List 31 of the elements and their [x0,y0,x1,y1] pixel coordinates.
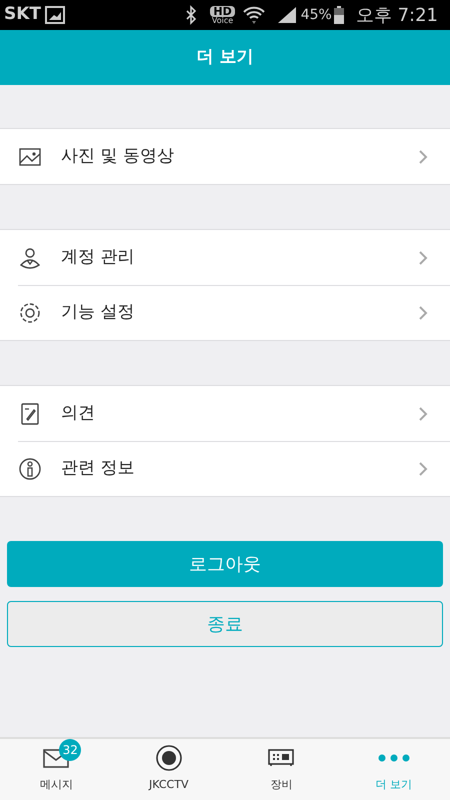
more-icon [378,754,410,762]
info-icon [18,457,42,481]
battery-icon [334,6,344,24]
menu-item[interactable]: 기능 설정 [18,285,450,340]
tab[interactable]: 장비 [225,739,338,800]
chevron-right-icon [418,461,428,477]
menu-item[interactable]: 사진 및 동영상 [0,129,450,184]
wifi-icon [242,5,265,25]
tab[interactable]: 32 메시지 [0,739,112,800]
record-icon [156,745,182,772]
battery-percent-text: 45% [300,6,332,24]
settings-icon [18,301,42,325]
person-icon [18,246,42,270]
header-title: 더 보기 [196,46,254,69]
chevron-right-icon [418,148,428,164]
image-notification-icon [45,6,66,24]
hd-badge: HD [210,6,235,16]
menu-item[interactable]: 관련 정보 [18,441,450,496]
carrier-text: SKT [4,3,42,26]
badge: 32 [59,739,82,762]
chevron-right-icon [418,305,428,321]
chevron-right-icon [418,250,428,266]
signal-icon [276,6,297,24]
chevron-right-icon [418,406,428,422]
menu-item[interactable]: 계정 관리 [0,230,450,285]
voice-text: Voice [212,16,234,24]
clock-text: 오후 7:21 [356,4,438,28]
tab[interactable]: JKCCTV [112,739,225,800]
bluetooth-icon [184,5,198,25]
menu-item[interactable]: 의견 [0,386,450,441]
device-icon [268,749,294,768]
